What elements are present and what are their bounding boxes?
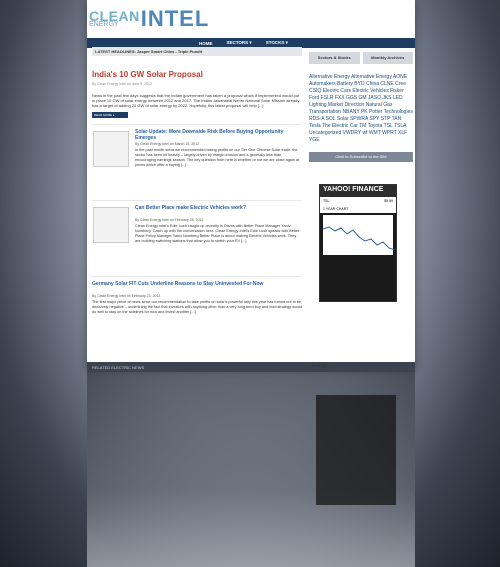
feature-byline: By Clean Energy Intel on June 5, 2012 xyxy=(92,82,152,86)
site-header: CLEAN ENERGY INTEL xyxy=(87,0,415,38)
read-more-button[interactable]: READ MORE ▸ xyxy=(92,112,128,118)
article-title[interactable]: Solar Update: More Downside Risk Before … xyxy=(135,129,300,141)
article-body: The first major piece of news since our … xyxy=(92,300,303,314)
yahoo-chart-line xyxy=(322,226,396,251)
site-logo[interactable]: CLEAN ENERGY INTEL xyxy=(89,6,209,32)
article-thumbnail[interactable] xyxy=(93,131,129,167)
article-body: Clean Energy Intel's Edie Lush caught up… xyxy=(135,224,300,243)
main-column: LATEST HEADLINES: Jasper Smart Cities - … xyxy=(92,47,302,336)
logo-clean: CLEAN xyxy=(89,7,140,24)
nav-sectors[interactable]: SECTORS ▾ xyxy=(227,40,252,46)
widget-reflection xyxy=(316,395,396,505)
logo-intel: INTEL xyxy=(140,6,210,31)
article-item: Solar Update: More Downside Risk Before … xyxy=(92,124,302,194)
subscribe-button[interactable]: Click to Subscribe to the Site xyxy=(309,152,413,162)
yahoo-stock-chart[interactable] xyxy=(322,215,396,255)
article-item: Germany Solar FIT Cuts Underline Reasons… xyxy=(92,276,302,336)
nav-stocks[interactable]: STOCKS ▾ xyxy=(266,40,288,46)
sidebar: Sectors & Stocks Monthly Archives Altern… xyxy=(309,52,413,302)
feature-body: News in the past few days suggests that … xyxy=(92,93,300,108)
yahoo-chart-label: 1 YEAR CHART xyxy=(323,207,349,211)
yahoo-finance-widget: YAHOO! FINANCE TSL $5.69 1 YEAR CHART xyxy=(319,184,397,302)
article-item: Can Better Place make Electric Vehicles … xyxy=(92,200,302,270)
tab-monthly-archives[interactable]: Monthly Archives xyxy=(362,52,413,64)
latest-headlines[interactable]: LATEST HEADLINES: Jasper Smart Cities - … xyxy=(92,47,302,56)
article-byline: By Clean Energy Intel on February 23, 20… xyxy=(92,294,161,298)
energy-label: Energy xyxy=(312,363,328,369)
yahoo-quote[interactable]: TSL $5.69 xyxy=(320,197,396,205)
yahoo-quote-symbol: TSL xyxy=(323,199,330,203)
yahoo-quote-value: $5.69 xyxy=(384,199,393,203)
tab-sectors-stocks[interactable]: Sectors & Stocks xyxy=(309,52,360,64)
nav-home[interactable]: HOME xyxy=(199,41,213,46)
article-body: In the past month since we recommended t… xyxy=(135,148,300,167)
tag-cloud[interactable]: Alternative Energy Alternative Energy AO… xyxy=(309,74,413,144)
article-byline: By Clean Energy Intel on February 28, 20… xyxy=(135,218,204,222)
sidebar-tabs: Sectors & Stocks Monthly Archives xyxy=(309,52,413,64)
related-news-bar[interactable]: RELATED ELECTRIC NEWS xyxy=(87,362,415,372)
page-container: CLEAN ENERGY INTEL HOME SECTORS ▾ STOCKS… xyxy=(87,0,415,370)
article-title[interactable]: Germany Solar FIT Cuts Underline Reasons… xyxy=(92,281,302,287)
article-byline: By Clean Energy Intel on March 15, 2012 xyxy=(135,142,200,146)
feature-title[interactable]: India's 10 GW Solar Proposal xyxy=(92,70,302,79)
article-thumbnail[interactable] xyxy=(93,207,129,243)
yahoo-chart-svg xyxy=(322,226,396,251)
yahoo-brand: YAHOO! FINANCE xyxy=(320,185,396,197)
yahoo-chart-title: 1 YEAR CHART xyxy=(320,205,396,213)
article-title[interactable]: Can Better Place make Electric Vehicles … xyxy=(135,205,300,211)
